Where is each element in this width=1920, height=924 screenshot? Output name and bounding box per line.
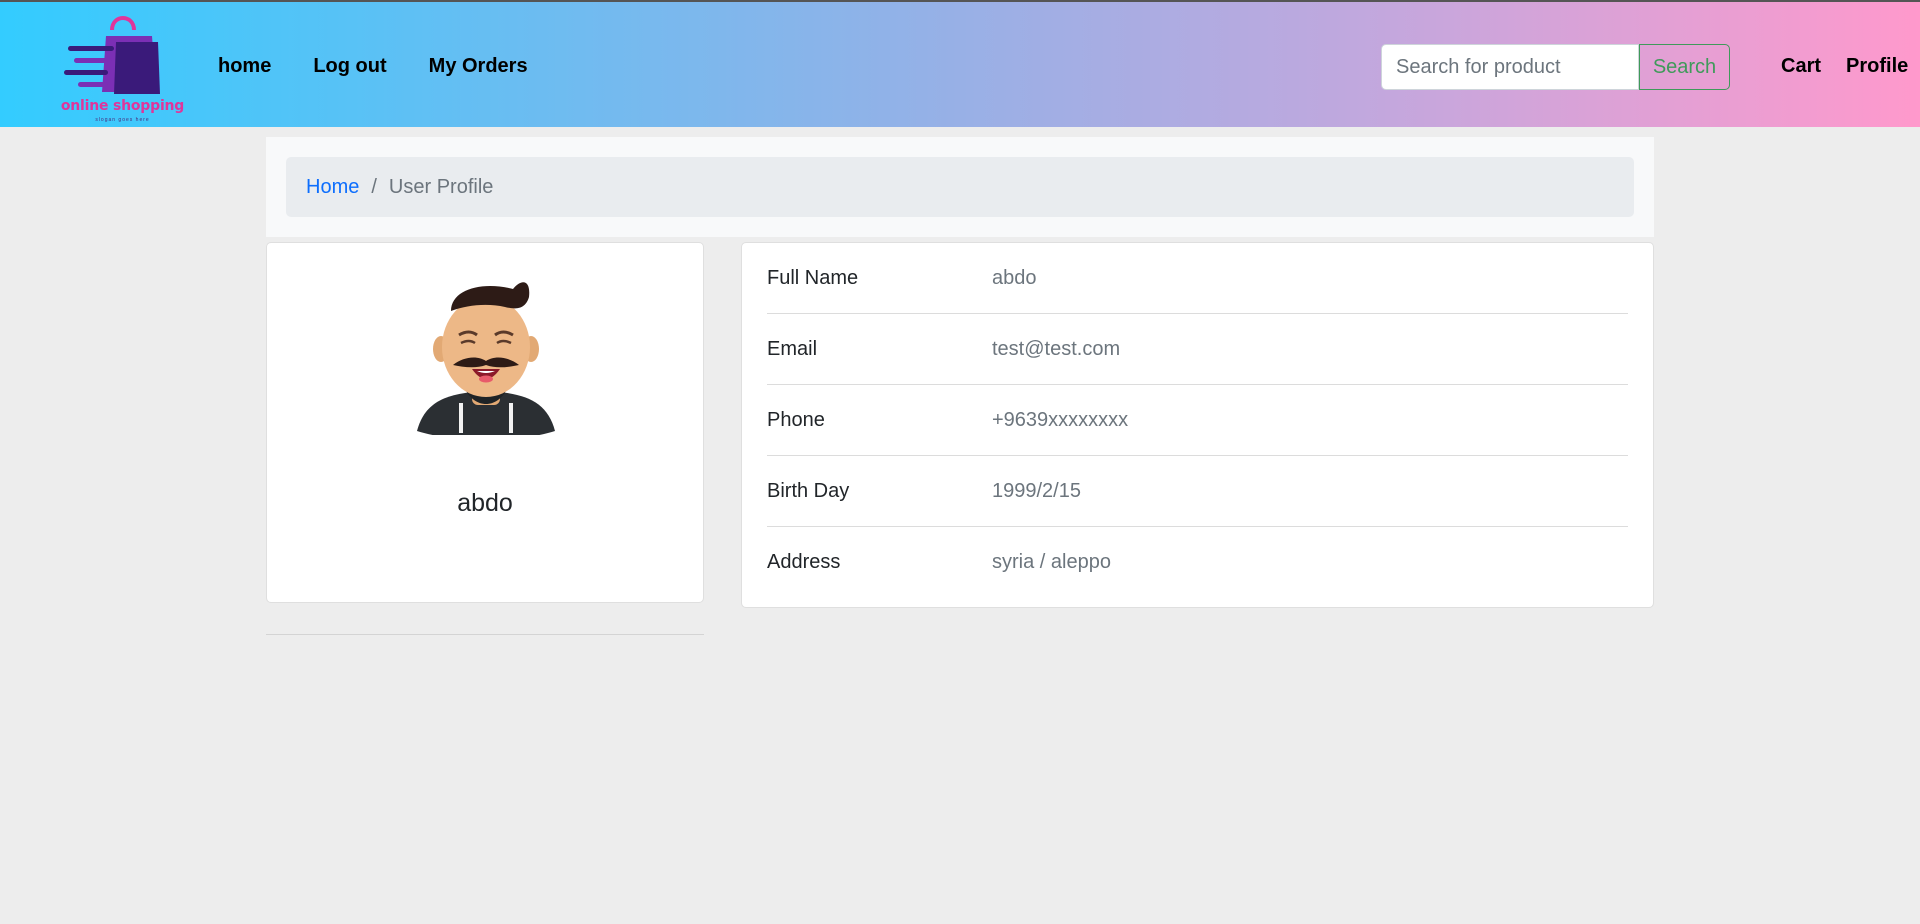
detail-row-full-name: Full Name abdo — [767, 243, 1628, 314]
nav-link-logout[interactable]: Log out — [313, 55, 386, 78]
search-input[interactable] — [1381, 44, 1639, 90]
detail-value: test@test.com — [992, 337, 1121, 360]
breadcrumb: Home / User Profile — [286, 157, 1634, 217]
detail-value: 1999/2/15 — [992, 479, 1081, 502]
breadcrumb-home-link[interactable]: Home — [306, 176, 359, 199]
account-nav: Cart Profile — [1781, 55, 1920, 78]
profile-name: abdo — [457, 489, 513, 517]
detail-label: Birth Day — [767, 479, 850, 502]
breadcrumb-separator: / — [371, 175, 377, 198]
detail-value: +9639xxxxxxxx — [992, 408, 1129, 431]
breadcrumb-current: User Profile — [388, 175, 494, 198]
nav-link-profile[interactable]: Profile — [1846, 55, 1908, 78]
detail-label: Full Name — [767, 266, 859, 289]
logo-slogan: slogan goes here — [95, 117, 150, 123]
top-navbar: online shopping slogan goes here home Lo… — [0, 0, 1920, 127]
divider — [266, 634, 704, 635]
detail-value: syria / aleppo — [992, 551, 1111, 573]
nav-link-my-orders[interactable]: My Orders — [429, 55, 528, 78]
logo-text: online shopping — [60, 98, 185, 114]
nav-link-cart[interactable]: Cart — [1781, 55, 1821, 78]
nav-link-home[interactable]: home — [218, 55, 271, 78]
detail-row-phone: Phone +9639xxxxxxxx — [767, 385, 1628, 456]
main-nav: home Log out My Orders — [218, 55, 570, 78]
detail-label: Email — [767, 337, 818, 360]
detail-label: Phone — [767, 408, 825, 431]
detail-label: Address — [767, 551, 841, 573]
site-logo[interactable]: online shopping slogan goes here — [60, 8, 185, 124]
shopping-bag-logo-icon — [64, 16, 160, 94]
profile-card: abdo — [266, 242, 704, 603]
breadcrumb-container: Home / User Profile — [266, 137, 1654, 237]
user-details-card: Full Name abdo Email test@test.com Phone… — [741, 242, 1654, 608]
detail-value: abdo — [992, 266, 1037, 289]
search-button[interactable]: Search — [1639, 44, 1730, 90]
user-avatar-icon — [417, 282, 555, 435]
detail-row-birth-day: Birth Day 1999/2/15 — [767, 456, 1628, 527]
detail-row-address: Address syria / aleppo — [767, 527, 1628, 598]
detail-row-email: Email test@test.com — [767, 314, 1628, 385]
